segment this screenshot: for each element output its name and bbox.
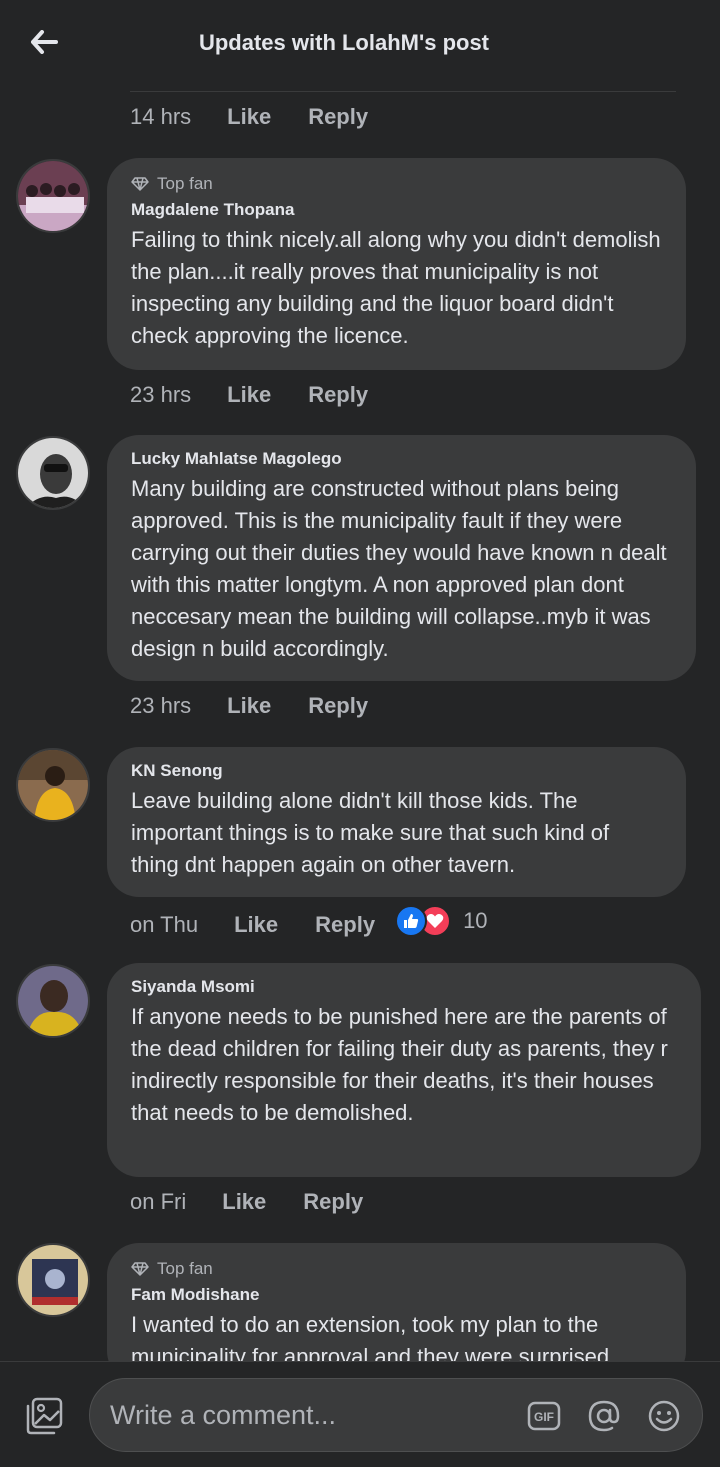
- comment-actions: 14 hrs Like Reply: [130, 104, 368, 130]
- comment-composer: GIF: [0, 1361, 720, 1467]
- smiley-icon: [648, 1400, 680, 1432]
- reply-button[interactable]: Reply: [315, 912, 375, 938]
- comment-author[interactable]: Siyanda Msomi: [131, 977, 677, 997]
- comment-text: Many building are constructed without pl…: [131, 476, 667, 661]
- photo-button[interactable]: [24, 1396, 64, 1436]
- avatar[interactable]: [16, 1243, 90, 1317]
- avatar[interactable]: [16, 159, 90, 233]
- like-button[interactable]: Like: [222, 1189, 266, 1215]
- comment-time: on Thu: [130, 912, 199, 937]
- top-bar: Updates with LolahM's post: [0, 0, 720, 90]
- comment-bubble[interactable]: Siyanda Msomi If anyone needs to be puni…: [107, 963, 701, 1177]
- avatar[interactable]: [16, 436, 90, 510]
- divider: [130, 91, 676, 92]
- like-button[interactable]: Like: [234, 912, 278, 938]
- comment-field[interactable]: GIF: [89, 1378, 703, 1452]
- like-reaction-icon: [395, 905, 428, 937]
- reply-button[interactable]: Reply: [308, 104, 368, 130]
- comment-actions: on Thu Like Reply 10: [130, 905, 488, 941]
- badge-label: Top fan: [157, 174, 213, 193]
- page-title: Updates with LolahM's post: [198, 30, 490, 55]
- emoji-button[interactable]: [647, 1399, 681, 1433]
- at-sign-icon: [588, 1400, 620, 1432]
- top-fan-badge: Top fan: [131, 174, 662, 194]
- mention-button[interactable]: [587, 1399, 621, 1433]
- comment-bubble[interactable]: Lucky Mahlatse Magolego Many building ar…: [107, 435, 696, 681]
- badge-label: Top fan: [157, 1259, 213, 1278]
- comment-author[interactable]: Lucky Mahlatse Magolego: [131, 449, 672, 469]
- avatar[interactable]: [16, 748, 90, 822]
- photo-icon: [26, 1397, 63, 1435]
- gif-icon: GIF: [527, 1401, 561, 1431]
- comment-author[interactable]: Magdalene Thopana: [131, 200, 662, 220]
- comment-actions: on Fri Like Reply: [130, 1189, 363, 1215]
- reactions-summary[interactable]: 10: [395, 905, 488, 937]
- top-fan-badge: Top fan: [131, 1259, 662, 1279]
- comment-actions: 23 hrs Like Reply: [130, 382, 368, 408]
- reply-button[interactable]: Reply: [308, 382, 368, 408]
- comment-time: 23 hrs: [130, 382, 192, 407]
- diamond-icon: [131, 1262, 149, 1276]
- comment-text: Failing to think nicely.all along why yo…: [131, 227, 661, 348]
- reply-button[interactable]: Reply: [303, 1189, 363, 1215]
- like-button[interactable]: Like: [227, 104, 271, 130]
- reaction-count: 10: [463, 908, 488, 933]
- comment-text: Leave building alone didn't kill those k…: [131, 788, 610, 877]
- comment-author[interactable]: Fam Modishane: [131, 1285, 662, 1305]
- diamond-icon: [131, 177, 149, 191]
- comment-author[interactable]: KN Senong: [131, 761, 662, 781]
- comment-time: 23 hrs: [130, 693, 192, 718]
- svg-text:GIF: GIF: [534, 1410, 554, 1424]
- comment-time: on Fri: [130, 1189, 187, 1214]
- reply-button[interactable]: Reply: [308, 693, 368, 719]
- comment-bubble[interactable]: Top fan Magdalene Thopana Failing to thi…: [107, 158, 686, 370]
- like-button[interactable]: Like: [227, 382, 271, 408]
- gif-button[interactable]: GIF: [527, 1399, 561, 1433]
- avatar[interactable]: [16, 964, 90, 1038]
- comment-bubble[interactable]: KN Senong Leave building alone didn't ki…: [107, 747, 686, 897]
- comment-time: 14 hrs: [130, 104, 192, 129]
- comment-text: If anyone needs to be punished here are …: [131, 1004, 668, 1125]
- comment-input[interactable]: [110, 1379, 510, 1451]
- like-button[interactable]: Like: [227, 693, 271, 719]
- comment-actions: 23 hrs Like Reply: [130, 693, 368, 719]
